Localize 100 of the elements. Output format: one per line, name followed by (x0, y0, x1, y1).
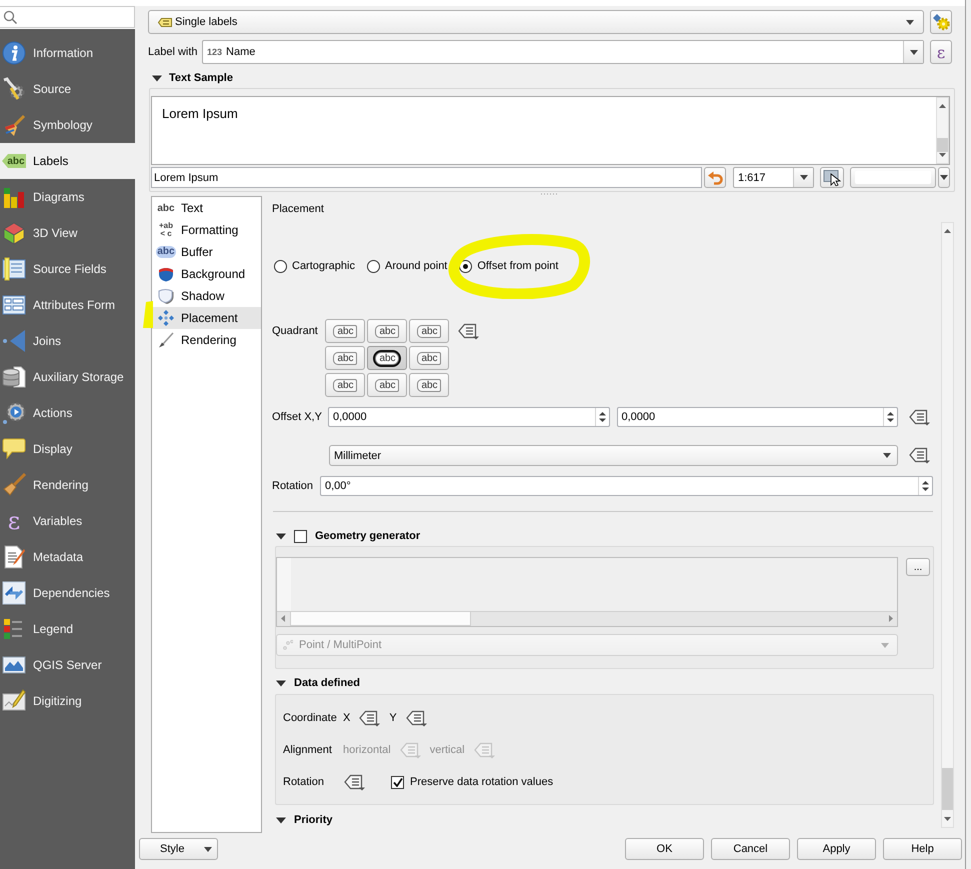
group-header[interactable]: Data defined (272, 675, 934, 691)
color-button[interactable] (850, 167, 936, 188)
sidebar-item[interactable]: 3D View (0, 215, 135, 251)
splitter-handle[interactable] (541, 193, 559, 195)
field-label: Label with (148, 46, 199, 58)
sidebar-item[interactable]: Attributes Form (0, 287, 135, 323)
spin-box[interactable]: 0,0000 (328, 407, 610, 427)
spin-box[interactable]: 0,0000 (616, 407, 898, 427)
dialog-button[interactable]: OK (625, 838, 704, 860)
data-defined-button[interactable] (343, 772, 366, 792)
quadrant-button[interactable]: abc (409, 346, 449, 370)
style-button[interactable]: Style (139, 838, 218, 860)
data-defined-button[interactable] (908, 446, 931, 466)
sidebar-item[interactable]: Symbology (0, 107, 135, 143)
quadrant-button[interactable]: abc (367, 319, 407, 343)
vertical-scrollbar[interactable] (941, 222, 954, 828)
dialog-button[interactable]: Help (883, 838, 962, 860)
quadrant-button[interactable]: abc (367, 346, 407, 370)
radio-button[interactable]: Cartographic (274, 258, 355, 274)
vertical-scrollbar[interactable] (936, 97, 949, 164)
gear-play-icon (2, 401, 26, 425)
list-caret-icon (472, 742, 496, 758)
radio-button[interactable]: Around point (366, 258, 448, 274)
list-item[interactable]: abc Text (152, 197, 261, 219)
data-defined-button[interactable] (457, 321, 480, 341)
scale-dropdown[interactable]: 1:617 (733, 167, 814, 188)
stepper-arrows-icon[interactable] (594, 408, 608, 426)
quadrant-button[interactable]: abc (409, 373, 449, 397)
sidebar-item[interactable]: Rendering (0, 467, 135, 503)
sidebar-item[interactable]: Actions (0, 395, 135, 431)
list-item[interactable]: Shadow (152, 285, 261, 307)
sidebar-item[interactable]: Digitizing (0, 683, 135, 719)
group-header[interactable]: Priority (272, 812, 934, 828)
list-item[interactable]: Placement (152, 307, 261, 329)
search-field[interactable] (0, 6, 135, 28)
reset-button[interactable] (704, 167, 726, 188)
sidebar-item[interactable]: Source (0, 71, 135, 107)
field-label: X (343, 712, 350, 724)
group-header[interactable]: Text Sample (148, 70, 952, 86)
radio-button[interactable]: Offset from point (459, 258, 558, 274)
brush-icon (2, 113, 26, 137)
list-caret-icon (908, 408, 931, 426)
sidebar-item[interactable]: QGIS Server (0, 647, 135, 683)
dialog-button[interactable]: Apply (797, 838, 876, 860)
sidebar-item[interactable]: Auxiliary Storage (0, 359, 135, 395)
field-label: Rotation (283, 776, 325, 788)
quadrant-button[interactable]: abc (325, 346, 365, 370)
unit-dropdown[interactable]: Millimeter (329, 445, 898, 466)
sidebar-item[interactable]: Information (0, 35, 135, 71)
list-caret-icon (343, 774, 366, 790)
data-defined-button[interactable] (404, 708, 428, 728)
field-label: Rotation (272, 480, 314, 492)
sample-text-field[interactable]: Lorem Ipsum (151, 167, 702, 188)
field-label: Coordinate (283, 712, 337, 724)
horizontal-scrollbar[interactable] (277, 611, 897, 626)
database-icon (2, 365, 26, 389)
sidebar-item[interactable]: Dependencies (0, 575, 135, 611)
rule-settings-button[interactable] (930, 10, 952, 34)
triangle-icon (2, 329, 26, 353)
checkbox[interactable] (294, 530, 307, 542)
quadrant-button[interactable]: abc (325, 319, 365, 343)
dropdown-arrow-button[interactable] (938, 167, 950, 188)
bar-chart-icon (2, 185, 26, 209)
expression-button[interactable]: ε (930, 40, 952, 64)
brush-icon (2, 473, 26, 497)
label-mode-dropdown[interactable]: Single labels (148, 10, 924, 34)
abc-symbol: abc (157, 202, 175, 214)
field-label: vertical (430, 744, 465, 756)
more-button[interactable]: ... (906, 558, 930, 576)
arrows-icon (2, 581, 26, 605)
caret-icon (204, 846, 212, 852)
formatting-symbol: +ab < c (158, 222, 173, 238)
sidebar-item[interactable]: Diagrams (0, 179, 135, 215)
sidebar-item[interactable]: Joins (0, 323, 135, 359)
sidebar-item[interactable]: Legend (0, 611, 135, 647)
dialog-button[interactable]: Cancel (711, 838, 790, 860)
sidebar-item[interactable]: Metadata (0, 539, 135, 575)
list-item[interactable]: Background (152, 263, 261, 285)
quadrant-button[interactable]: abc (409, 319, 449, 343)
data-defined-button[interactable] (358, 708, 382, 728)
stepper-arrows-icon[interactable] (918, 477, 932, 495)
sidebar-item[interactable]: ε Variables (0, 503, 135, 539)
spin-box[interactable]: 0,00° (320, 476, 933, 496)
quadrant-button[interactable]: abc (325, 373, 365, 397)
list-item[interactable]: abc Buffer (152, 241, 261, 263)
data-defined-button[interactable] (908, 407, 931, 427)
sidebar-item[interactable]: abc Labels (0, 143, 135, 179)
field-dropdown[interactable]: 123 Name (202, 40, 924, 64)
label-tag-icon (158, 18, 172, 26)
sidebar-item[interactable]: Display (0, 431, 135, 467)
checkbox[interactable]: Preserve data rotation values (391, 776, 554, 788)
sidebar-item[interactable]: Source Fields (0, 251, 135, 287)
map-pencil-icon (2, 689, 26, 713)
stepper-arrows-icon[interactable] (883, 408, 897, 426)
undo-arrow-icon (707, 170, 723, 184)
map-pick-button[interactable] (820, 167, 844, 188)
list-item[interactable]: Rendering (152, 329, 261, 351)
quadrant-button[interactable]: abc (367, 373, 407, 397)
list-caret-icon (358, 710, 382, 726)
group-header[interactable]: Geometry generator (272, 528, 934, 544)
